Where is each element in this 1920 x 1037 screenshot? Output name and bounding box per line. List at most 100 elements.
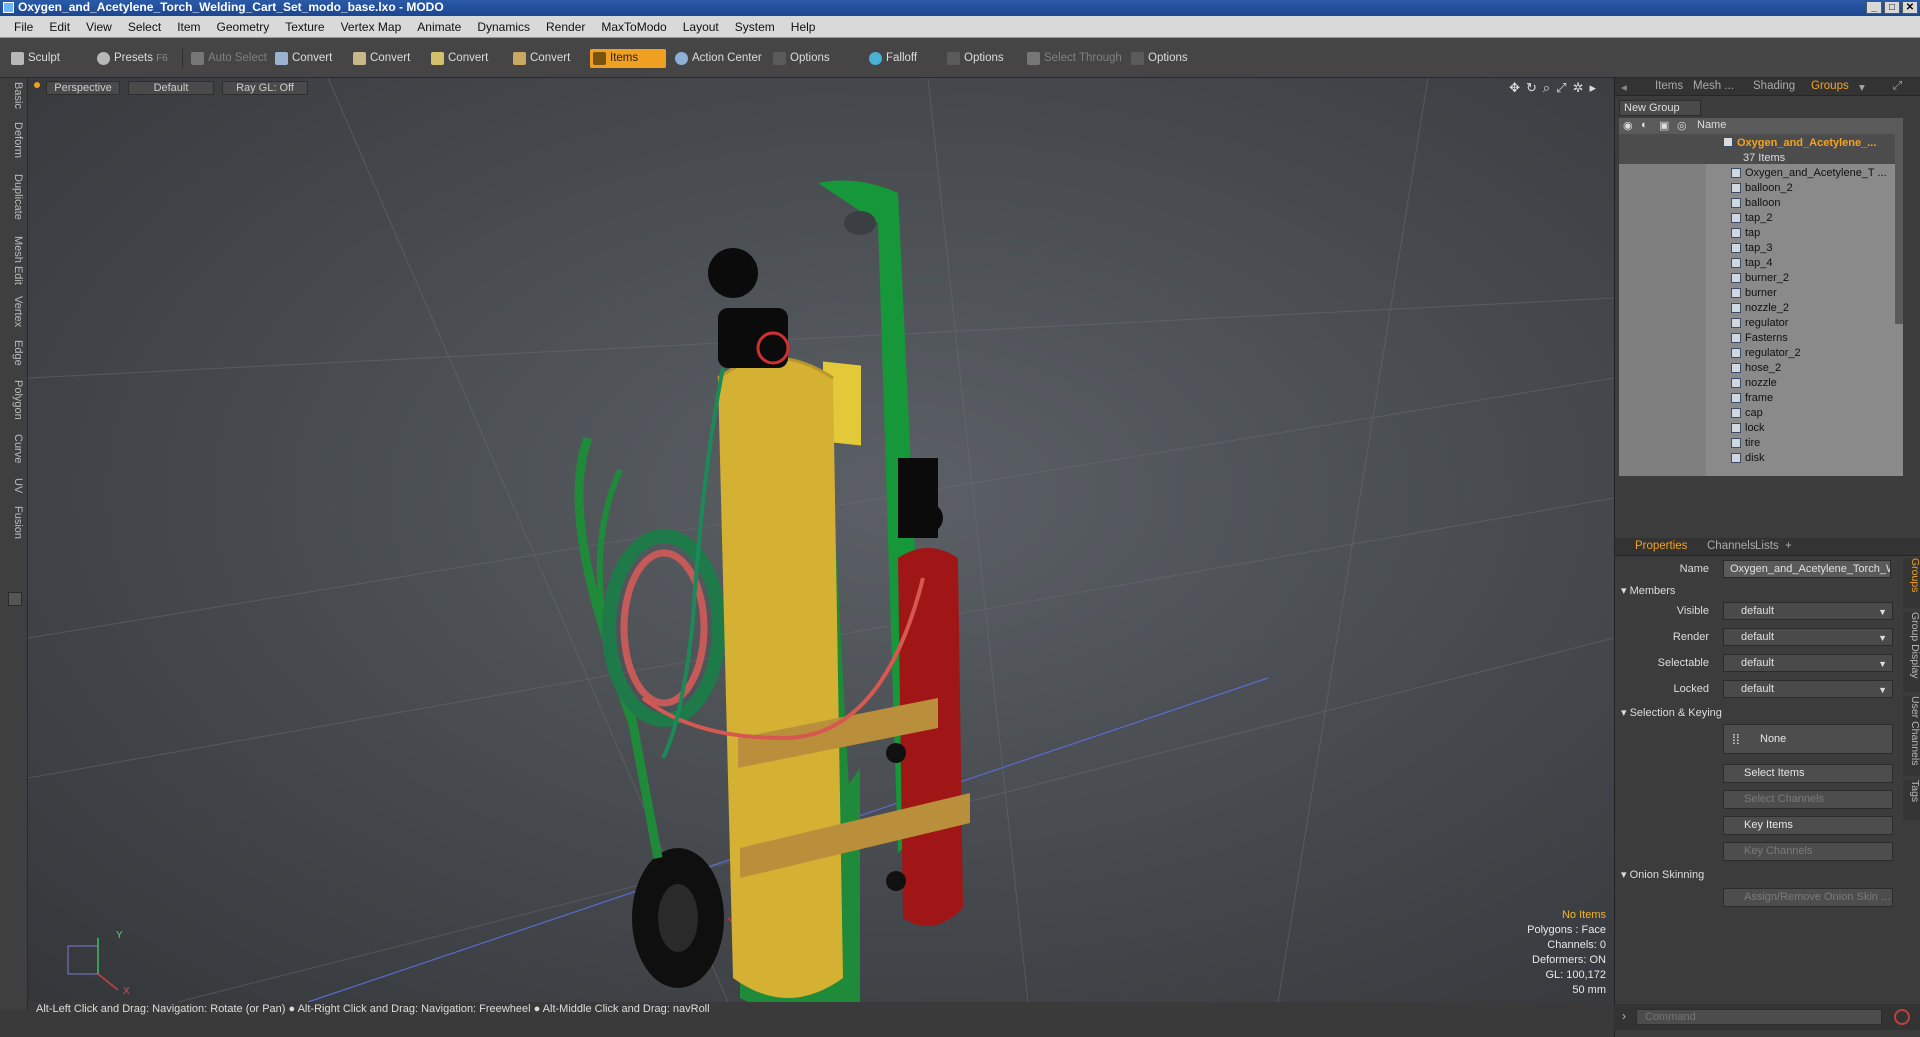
tab-deform[interactable]: Deform <box>4 122 24 158</box>
select-icon[interactable]: ◎ <box>1677 119 1687 132</box>
menu-file[interactable]: File <box>6 20 41 34</box>
onion-skinning-label: Onion Skinning <box>1629 869 1705 881</box>
tab-vertex[interactable]: Vertex <box>4 296 24 327</box>
tab-duplicate[interactable]: Duplicate <box>4 174 24 220</box>
pan-icon[interactable]: ✥ <box>1509 80 1520 96</box>
key-channels-button[interactable]: Key Channels <box>1723 842 1893 861</box>
minimize-button[interactable]: _ <box>1866 1 1882 14</box>
close-button[interactable]: ✕ <box>1902 1 1918 14</box>
members-section[interactable]: ▾ Members <box>1621 584 1675 597</box>
tree-scrollbar[interactable] <box>1895 134 1903 324</box>
menu-maxtomodo[interactable]: MaxToModo <box>593 20 674 34</box>
menu-view[interactable]: View <box>78 20 120 34</box>
panel-toggle-button[interactable] <box>8 592 22 606</box>
menu-system[interactable]: System <box>727 20 783 34</box>
tab-shading[interactable]: Shading <box>1753 80 1795 92</box>
tab-polygon[interactable]: Polygon <box>4 380 24 420</box>
render-dropdown[interactable]: default ▼ <box>1723 628 1893 646</box>
record-icon[interactable] <box>1894 1009 1910 1025</box>
key-items-button[interactable]: Key Items <box>1723 816 1893 835</box>
menu-animate[interactable]: Animate <box>409 20 469 34</box>
auto-select-button[interactable]: Auto Select <box>188 49 268 68</box>
none-preset-button[interactable]: ⁞⁞ None <box>1723 724 1893 754</box>
tab-properties[interactable]: Properties <box>1635 540 1687 552</box>
add-tab-button[interactable]: + <box>1785 540 1792 552</box>
render-icon[interactable]: ◐ <box>1641 119 1648 131</box>
tab-items[interactable]: Items <box>1655 80 1683 92</box>
selectable-dropdown[interactable]: default ▼ <box>1723 654 1893 672</box>
tab-uv[interactable]: UV <box>4 478 24 493</box>
action-center-button[interactable]: Action Center <box>672 49 764 68</box>
raygl-button[interactable]: Ray GL: Off <box>222 81 308 95</box>
menu-select[interactable]: Select <box>120 20 169 34</box>
new-group-button[interactable]: New Group <box>1619 100 1701 116</box>
group-row[interactable]: Oxygen_and_Acetylene_... 37 Items <box>1619 134 1903 164</box>
convert-vertices-button[interactable]: Convert <box>272 49 344 68</box>
items-mode-button[interactable]: Items <box>590 49 666 68</box>
lock-icon[interactable]: ▣ <box>1659 119 1669 132</box>
hud-channels: Channels: 0 <box>1547 939 1606 951</box>
tabs-dropdown-icon[interactable]: ▾ <box>1859 80 1865 94</box>
view-perspective-button[interactable]: Perspective <box>46 81 120 95</box>
zoom-icon[interactable]: ⌕ <box>1543 80 1550 96</box>
menu-item[interactable]: Item <box>169 20 208 34</box>
tab-curve[interactable]: Curve <box>4 434 24 463</box>
tree-header: ◉ ◐ ▣ ◎ Name <box>1619 118 1903 134</box>
presets-button[interactable]: Presets F6 <box>94 49 176 68</box>
app-icon <box>3 2 14 13</box>
maximize-button[interactable]: □ <box>1884 1 1900 14</box>
tab-mesh-edit[interactable]: Mesh Edit <box>4 236 24 285</box>
convert-edges-button[interactable]: Convert <box>350 49 422 68</box>
shading-mode-button[interactable]: Default <box>128 81 214 95</box>
tree-item[interactable]: disk <box>1619 449 1903 467</box>
fit-icon[interactable]: ⤢ <box>1556 80 1566 96</box>
tab-mesh[interactable]: Mesh ... <box>1693 80 1734 92</box>
convert-materials-button[interactable]: Convert <box>510 49 582 68</box>
edges-icon <box>353 52 366 65</box>
options-button-2[interactable]: Options <box>944 49 1020 68</box>
eye-icon[interactable]: ◉ <box>1623 119 1633 132</box>
tab-basic[interactable]: Basic <box>4 82 24 109</box>
group-name-field[interactable]: Oxygen_and_Acetylene_Torch_W <box>1723 560 1891 578</box>
visible-dropdown[interactable]: default ▼ <box>1723 602 1893 620</box>
prop-name-row: Name Oxygen_and_Acetylene_Torch_W <box>1615 558 1920 580</box>
assign-onion-skin-button[interactable]: Assign/Remove Onion Skin ... <box>1723 888 1893 907</box>
tab-channels[interactable]: Channels <box>1707 540 1756 552</box>
menu-help[interactable]: Help <box>783 20 824 34</box>
rotate-icon[interactable]: ↻ <box>1526 80 1537 96</box>
convert-polygons-button[interactable]: Convert <box>428 49 500 68</box>
panel-expand-icon[interactable]: ⤢ <box>1893 80 1902 93</box>
options-button-1[interactable]: Options <box>770 49 858 68</box>
menu-layout[interactable]: Layout <box>675 20 727 34</box>
select-channels-button[interactable]: Select Channels <box>1723 790 1893 809</box>
menu-geometry[interactable]: Geometry <box>209 20 278 34</box>
menu-render[interactable]: Render <box>538 20 593 34</box>
settings-gear-icon[interactable]: ✲ <box>1573 80 1584 96</box>
tab-lists[interactable]: Lists <box>1755 540 1779 552</box>
menu-texture[interactable]: Texture <box>277 20 332 34</box>
expand-arrow-icon[interactable]: ▸ <box>1589 80 1596 96</box>
menu-edit[interactable]: Edit <box>41 20 78 34</box>
tab-groups[interactable]: Groups <box>1811 80 1849 92</box>
select-items-button[interactable]: Select Items <box>1723 764 1893 783</box>
tab-edge[interactable]: Edge <box>4 340 24 366</box>
selection-keying-section[interactable]: ▾ Selection & Keying <box>1621 706 1722 719</box>
options-button-3[interactable]: Options <box>1128 49 1214 68</box>
vtab-user-channels[interactable]: User Channels <box>1903 696 1920 776</box>
onion-skinning-section[interactable]: ▾ Onion Skinning <box>1621 868 1704 881</box>
3d-viewport[interactable]: Y X Perspective Default Ray GL: Off ✥ ↻ … <box>28 78 1614 1002</box>
falloff-button[interactable]: Falloff <box>866 49 944 68</box>
command-input[interactable] <box>1636 1009 1882 1025</box>
vtab-groups[interactable]: Groups <box>1903 558 1920 608</box>
viewport-menu-icon[interactable] <box>34 82 40 88</box>
menu-vertex-map[interactable]: Vertex Map <box>333 20 410 34</box>
panel-menu-icon[interactable]: ◂ <box>1621 80 1627 94</box>
tab-fusion[interactable]: Fusion <box>4 506 24 539</box>
vtab-group-display[interactable]: Group Display <box>1903 612 1920 692</box>
sculpt-button[interactable]: Sculpt <box>8 49 88 68</box>
vtab-tags[interactable]: Tags <box>1903 780 1920 820</box>
menu-dynamics[interactable]: Dynamics <box>469 20 538 34</box>
select-through-button[interactable]: Select Through <box>1024 49 1122 68</box>
locked-dropdown[interactable]: default ▼ <box>1723 680 1893 698</box>
group-icon <box>1723 137 1733 147</box>
